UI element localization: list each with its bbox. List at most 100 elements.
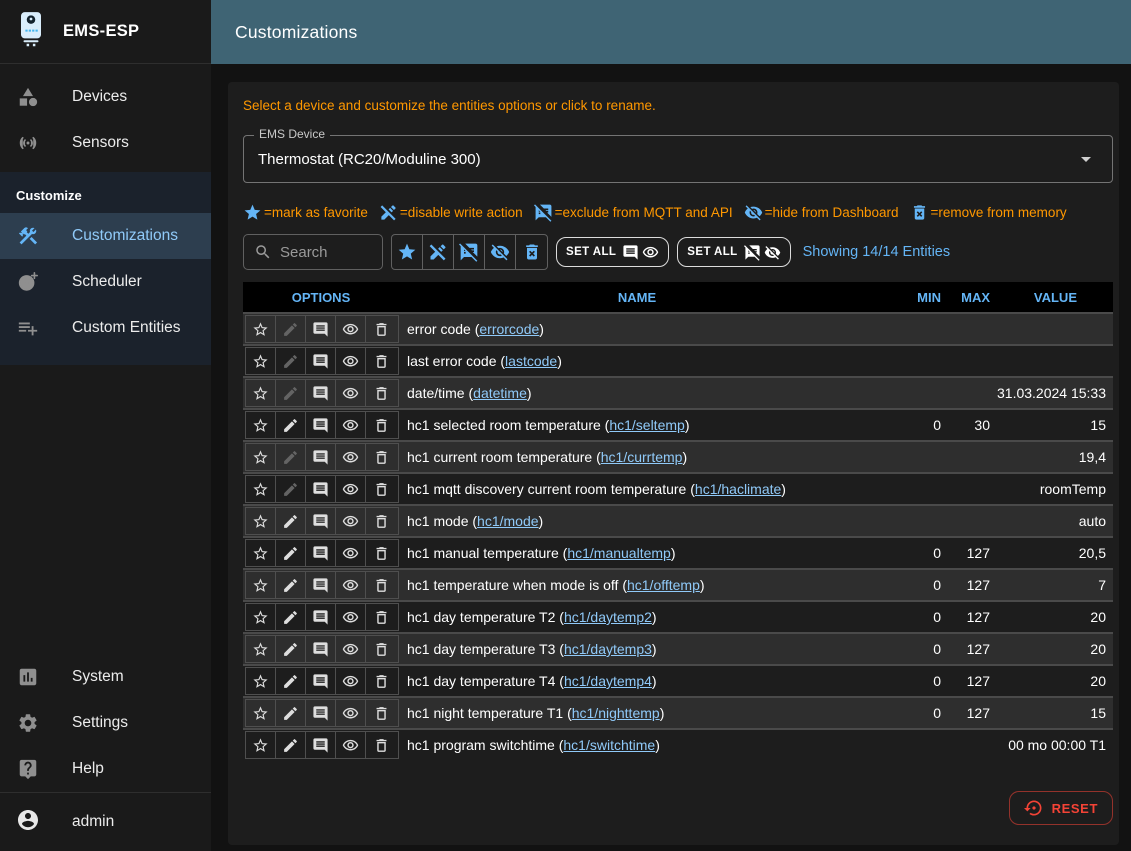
edit-icon[interactable] xyxy=(276,700,306,726)
visibility-button[interactable] xyxy=(336,540,366,566)
mqtt-button[interactable] xyxy=(306,604,336,630)
favorite-star-button[interactable] xyxy=(246,412,276,438)
entity-name[interactable]: hc1 day temperature T4 (hc1/daytemp4) xyxy=(399,673,875,689)
visibility-button[interactable] xyxy=(336,316,366,342)
mqtt-button[interactable] xyxy=(306,668,336,694)
edit-icon[interactable] xyxy=(276,444,306,470)
entity-name[interactable]: date/time (datetime) xyxy=(399,385,875,401)
delete-button[interactable] xyxy=(366,508,396,534)
delete-button[interactable] xyxy=(366,732,396,758)
entity-name[interactable]: hc1 selected room temperature (hc1/selte… xyxy=(399,417,875,433)
ems-device-select[interactable]: EMS Device Thermostat (RC20/Moduline 300… xyxy=(243,135,1113,183)
sidebar-item-customizations[interactable]: Customizations xyxy=(0,213,211,259)
visibility-button[interactable] xyxy=(336,380,366,406)
mqtt-button[interactable] xyxy=(306,732,336,758)
favorite-star-button[interactable] xyxy=(246,668,276,694)
mqtt-button[interactable] xyxy=(306,572,336,598)
visibility-button[interactable] xyxy=(336,700,366,726)
entity-shortname-link[interactable]: hc1/nighttemp xyxy=(572,705,660,721)
entity-shortname-link[interactable]: hc1/haclimate xyxy=(695,481,781,497)
sidebar-item-settings[interactable]: Settings xyxy=(0,700,211,746)
favorite-star-button[interactable] xyxy=(246,348,276,374)
visibility-button[interactable] xyxy=(336,412,366,438)
mqtt-button[interactable] xyxy=(306,700,336,726)
sidebar-item-devices[interactable]: Devices xyxy=(0,74,211,120)
favorite-star-button[interactable] xyxy=(246,604,276,630)
visibility-button[interactable] xyxy=(336,348,366,374)
entity-name[interactable]: hc1 current room temperature (hc1/currte… xyxy=(399,449,875,465)
visibility-button[interactable] xyxy=(336,636,366,662)
entity-shortname-link[interactable]: hc1/daytemp2 xyxy=(564,609,652,625)
mqtt-button[interactable] xyxy=(306,380,336,406)
entity-shortname-link[interactable]: errorcode xyxy=(479,321,539,337)
entity-shortname-link[interactable]: hc1/daytemp4 xyxy=(564,673,652,689)
delete-button[interactable] xyxy=(366,668,396,694)
favorite-star-button[interactable] xyxy=(246,732,276,758)
visibility-button[interactable] xyxy=(336,604,366,630)
disable-write-toggle[interactable] xyxy=(423,235,454,269)
exclude-mqtt-toggle[interactable] xyxy=(454,235,485,269)
favorite-star-button[interactable] xyxy=(246,572,276,598)
favorite-star-button[interactable] xyxy=(246,508,276,534)
sidebar-item-scheduler[interactable]: Scheduler xyxy=(0,259,211,305)
favorite-star-button[interactable] xyxy=(246,636,276,662)
entity-name[interactable]: hc1 mode (hc1/mode) xyxy=(399,513,875,529)
remove-memory-toggle[interactable] xyxy=(516,235,547,269)
delete-button[interactable] xyxy=(366,316,396,342)
entity-shortname-link[interactable]: datetime xyxy=(473,385,527,401)
delete-button[interactable] xyxy=(366,572,396,598)
delete-button[interactable] xyxy=(366,412,396,438)
favorite-star-button[interactable] xyxy=(246,540,276,566)
entity-name[interactable]: error code (errorcode) xyxy=(399,321,875,337)
sidebar-item-sensors[interactable]: Sensors xyxy=(0,120,211,166)
edit-icon[interactable] xyxy=(276,636,306,662)
delete-button[interactable] xyxy=(366,348,396,374)
delete-button[interactable] xyxy=(366,444,396,470)
entity-shortname-link[interactable]: hc1/manualtemp xyxy=(567,545,671,561)
entity-name[interactable]: last error code (lastcode) xyxy=(399,353,875,369)
mqtt-button[interactable] xyxy=(306,508,336,534)
edit-icon[interactable] xyxy=(276,668,306,694)
visibility-button[interactable] xyxy=(336,508,366,534)
visibility-button[interactable] xyxy=(336,444,366,470)
sidebar-item-system[interactable]: System xyxy=(0,654,211,700)
mqtt-button[interactable] xyxy=(306,348,336,374)
edit-icon[interactable] xyxy=(276,732,306,758)
sidebar-item-help[interactable]: Help xyxy=(0,746,211,792)
entity-shortname-link[interactable]: hc1/switchtime xyxy=(563,737,655,753)
edit-icon[interactable] xyxy=(276,412,306,438)
sidebar-item-custom-entities[interactable]: Custom Entities xyxy=(0,305,211,351)
delete-button[interactable] xyxy=(366,604,396,630)
favorite-star-button[interactable] xyxy=(246,380,276,406)
edit-icon[interactable] xyxy=(276,572,306,598)
entity-name[interactable]: hc1 day temperature T3 (hc1/daytemp3) xyxy=(399,641,875,657)
search-input[interactable] xyxy=(280,244,372,261)
entity-shortname-link[interactable]: hc1/seltemp xyxy=(609,417,684,433)
visibility-button[interactable] xyxy=(336,476,366,502)
entity-name[interactable]: hc1 program switchtime (hc1/switchtime) xyxy=(399,737,875,753)
edit-icon[interactable] xyxy=(276,316,306,342)
edit-icon[interactable] xyxy=(276,380,306,406)
entity-shortname-link[interactable]: hc1/daytemp3 xyxy=(564,641,652,657)
favorite-toggle[interactable] xyxy=(392,235,423,269)
favorite-star-button[interactable] xyxy=(246,476,276,502)
edit-icon[interactable] xyxy=(276,508,306,534)
entity-shortname-link[interactable]: hc1/mode xyxy=(477,513,538,529)
mqtt-button[interactable] xyxy=(306,476,336,502)
set-all-visible-button[interactable]: SET ALL xyxy=(556,237,669,267)
mqtt-button[interactable] xyxy=(306,540,336,566)
visibility-button[interactable] xyxy=(336,668,366,694)
entity-name[interactable]: hc1 mqtt discovery current room temperat… xyxy=(399,481,875,497)
mqtt-button[interactable] xyxy=(306,444,336,470)
mqtt-button[interactable] xyxy=(306,316,336,342)
favorite-star-button[interactable] xyxy=(246,700,276,726)
favorite-star-button[interactable] xyxy=(246,316,276,342)
mqtt-button[interactable] xyxy=(306,636,336,662)
delete-button[interactable] xyxy=(366,700,396,726)
mqtt-button[interactable] xyxy=(306,412,336,438)
entity-name[interactable]: hc1 night temperature T1 (hc1/nighttemp) xyxy=(399,705,875,721)
edit-icon[interactable] xyxy=(276,476,306,502)
visibility-button[interactable] xyxy=(336,732,366,758)
entity-name[interactable]: hc1 temperature when mode is off (hc1/of… xyxy=(399,577,875,593)
favorite-star-button[interactable] xyxy=(246,444,276,470)
